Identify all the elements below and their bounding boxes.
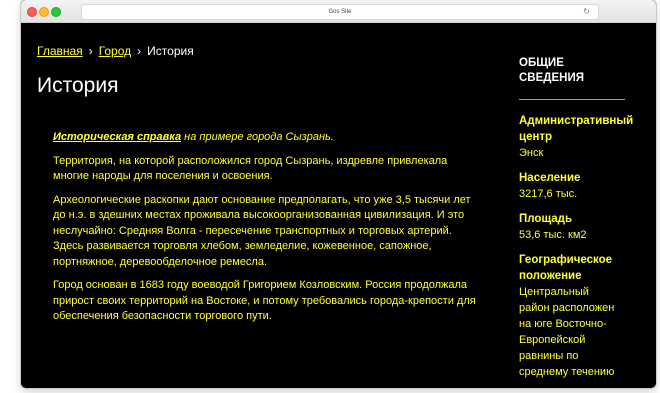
maximize-window-button[interactable] [51,7,61,17]
sidebar-heading: ОБЩИЕ СВЕДЕНИЯ [519,57,584,84]
fact-admin-center-value: Энск [519,147,544,159]
article-body: Историческая справка на примере города С… [53,130,483,333]
breadcrumb-home-link[interactable]: Главная [37,44,83,58]
breadcrumb: Главная › Город › История [37,44,194,58]
breadcrumb-separator: › [137,44,142,58]
reload-icon[interactable]: ↻ [583,5,590,19]
article-paragraph-2: Археологические раскопки дают основание … [53,193,483,271]
fact-population: Население 3217,6 тыс. [519,170,656,202]
fact-population-value: 3217,6 тыс. [519,188,578,200]
address-bar[interactable]: Gos Site ↻ [81,4,599,20]
breadcrumb-current: История [147,44,194,58]
fact-area-value: 53,6 тыс. км2 [519,229,587,241]
article-paragraph-2-continuation: Здесь развивается торговля хлебом, земле… [53,240,432,268]
url-text: Gos Site [328,9,352,15]
fact-geography-value: Центральный район расположен на юге Вост… [519,286,615,378]
page-content: Главная › Город › История История Историческ… [21,23,656,388]
fact-area-label: Площадь [519,213,573,225]
historical-reference-link[interactable]: Историческая справка [53,131,181,143]
fact-admin-center: Административный центр Энск [519,113,656,161]
fact-population-label: Население [519,172,581,184]
article-intro: Историческая справка на примере города С… [53,130,483,146]
browser-window: Gos Site ↻ Главная › Город › История История… [21,0,656,388]
page-title: История [37,74,119,97]
close-window-button[interactable] [27,7,37,17]
sidebar-divider [519,99,625,100]
fact-geography-label: Географическое положение [519,254,613,282]
breadcrumb-city-link[interactable]: Город [99,44,131,58]
fact-geography: Географическое положение Центральный рай… [519,252,656,380]
sidebar-general-info: ОБЩИЕ СВЕДЕНИЯ Административный центр Эн… [519,56,656,388]
article-paragraph-3: Город основан в 1683 году воеводой Григо… [53,279,476,322]
breadcrumb-separator: › [88,44,93,58]
minimize-window-button[interactable] [39,7,49,17]
fact-area: Площадь 53,6 тыс. км2 [519,211,656,243]
fact-admin-center-label: Административный центр [519,115,634,143]
article-paragraph-1: Территория, на которой расположился горо… [53,154,448,183]
browser-titlebar: Gos Site ↻ [21,0,656,23]
article-paragraph-2-text: Археологические раскопки дают основание … [53,193,471,237]
article-intro-text: на примере города Сызрань. [181,131,334,143]
